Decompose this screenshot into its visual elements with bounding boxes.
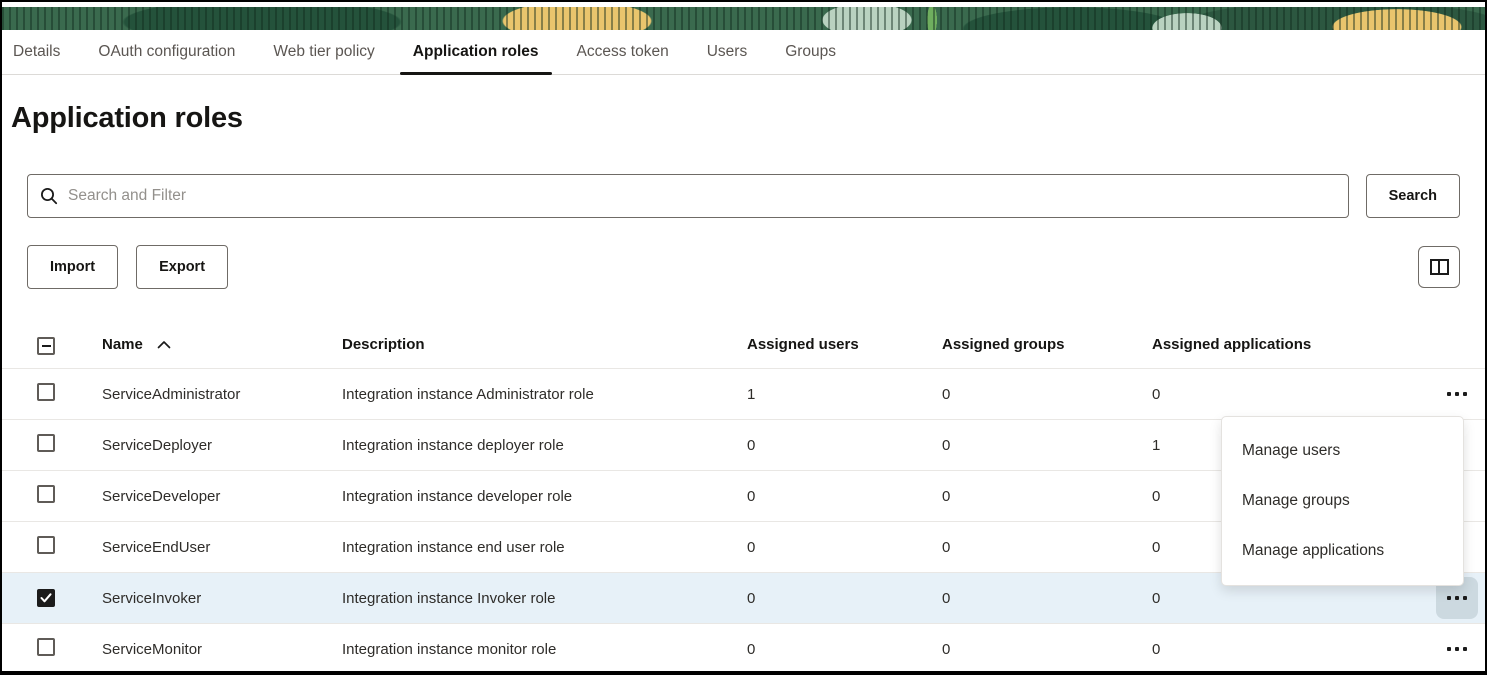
- cell-description: Integration instance Administrator role: [342, 386, 747, 403]
- column-header-assigned-users[interactable]: Assigned users: [747, 336, 942, 353]
- row-checkbox[interactable]: [37, 638, 55, 656]
- cell-assigned-groups: 0: [942, 386, 1152, 403]
- tab-web-tier-policy[interactable]: Web tier policy: [254, 30, 393, 74]
- cell-name: ServiceMonitor: [102, 641, 342, 658]
- cell-assigned-users: 0: [747, 488, 942, 505]
- cell-assigned-groups: 0: [942, 539, 1152, 556]
- row-actions-menu: Manage users Manage groups Manage applic…: [1221, 416, 1464, 586]
- search-box[interactable]: [27, 174, 1349, 218]
- export-button[interactable]: Export: [136, 245, 228, 289]
- menu-item-manage-users[interactable]: Manage users: [1222, 426, 1463, 476]
- cell-description: Integration instance deployer role: [342, 437, 747, 454]
- cell-assigned-applications: 0: [1152, 386, 1429, 403]
- cell-name: ServiceEndUser: [102, 539, 342, 556]
- cell-name: ServiceAdministrator: [102, 386, 342, 403]
- column-header-assigned-groups[interactable]: Assigned groups: [942, 336, 1152, 353]
- cell-assigned-users: 0: [747, 437, 942, 454]
- row-checkbox[interactable]: [37, 434, 55, 452]
- row-actions-button[interactable]: [1436, 373, 1478, 415]
- tab-application-roles[interactable]: Application roles: [394, 30, 558, 74]
- cell-name: ServiceDeveloper: [102, 488, 342, 505]
- cell-assigned-applications: 0: [1152, 590, 1429, 607]
- cell-assigned-users: 0: [747, 590, 942, 607]
- row-checkbox-checked[interactable]: [37, 589, 55, 607]
- toolbar: Import Export: [27, 245, 1460, 289]
- decorative-banner: [2, 7, 1485, 30]
- table-header: Name Description Assigned users Assigned…: [2, 320, 1485, 368]
- column-header-assigned-applications[interactable]: Assigned applications: [1152, 336, 1429, 353]
- row-actions-button[interactable]: [1436, 628, 1478, 670]
- cell-assigned-groups: 0: [942, 437, 1152, 454]
- cell-name: ServiceInvoker: [102, 590, 342, 607]
- row-checkbox[interactable]: [37, 536, 55, 554]
- select-all-checkbox[interactable]: [37, 337, 55, 355]
- table-row[interactable]: ServiceMonitor Integration instance moni…: [2, 623, 1485, 674]
- cell-name: ServiceDeployer: [102, 437, 342, 454]
- cell-description: Integration instance developer role: [342, 488, 747, 505]
- import-button[interactable]: Import: [27, 245, 118, 289]
- tab-bar: Details OAuth configuration Web tier pol…: [2, 30, 1485, 75]
- column-header-name[interactable]: Name: [102, 336, 342, 353]
- row-checkbox[interactable]: [37, 383, 55, 401]
- tab-groups[interactable]: Groups: [766, 30, 855, 74]
- search-input[interactable]: [68, 187, 1336, 205]
- menu-item-manage-applications[interactable]: Manage applications: [1222, 526, 1463, 576]
- tab-access-token[interactable]: Access token: [558, 30, 688, 74]
- manage-columns-button[interactable]: [1418, 246, 1460, 288]
- cell-description: Integration instance Invoker role: [342, 590, 747, 607]
- column-header-name-label: Name: [102, 336, 143, 353]
- menu-item-manage-groups[interactable]: Manage groups: [1222, 476, 1463, 526]
- cell-description: Integration instance monitor role: [342, 641, 747, 658]
- cell-description: Integration instance end user role: [342, 539, 747, 556]
- cell-assigned-users: 1: [747, 386, 942, 403]
- tab-oauth-configuration[interactable]: OAuth configuration: [79, 30, 254, 74]
- cell-assigned-groups: 0: [942, 641, 1152, 658]
- search-row: Search: [27, 174, 1460, 218]
- sort-ascending-icon: [157, 340, 171, 349]
- row-checkbox[interactable]: [37, 485, 55, 503]
- columns-icon: [1430, 259, 1449, 275]
- cell-assigned-groups: 0: [942, 590, 1152, 607]
- table-row[interactable]: ServiceAdministrator Integration instanc…: [2, 368, 1485, 419]
- cell-assigned-users: 0: [747, 641, 942, 658]
- tab-users[interactable]: Users: [688, 30, 766, 74]
- app-window: Details OAuth configuration Web tier pol…: [0, 0, 1487, 675]
- column-header-description[interactable]: Description: [342, 336, 747, 353]
- search-button[interactable]: Search: [1366, 174, 1460, 218]
- cell-assigned-users: 0: [747, 539, 942, 556]
- page-title: Application roles: [11, 102, 1485, 135]
- cell-assigned-groups: 0: [942, 488, 1152, 505]
- search-icon: [40, 187, 58, 205]
- cell-assigned-applications: 0: [1152, 641, 1429, 658]
- tab-details[interactable]: Details: [2, 30, 79, 74]
